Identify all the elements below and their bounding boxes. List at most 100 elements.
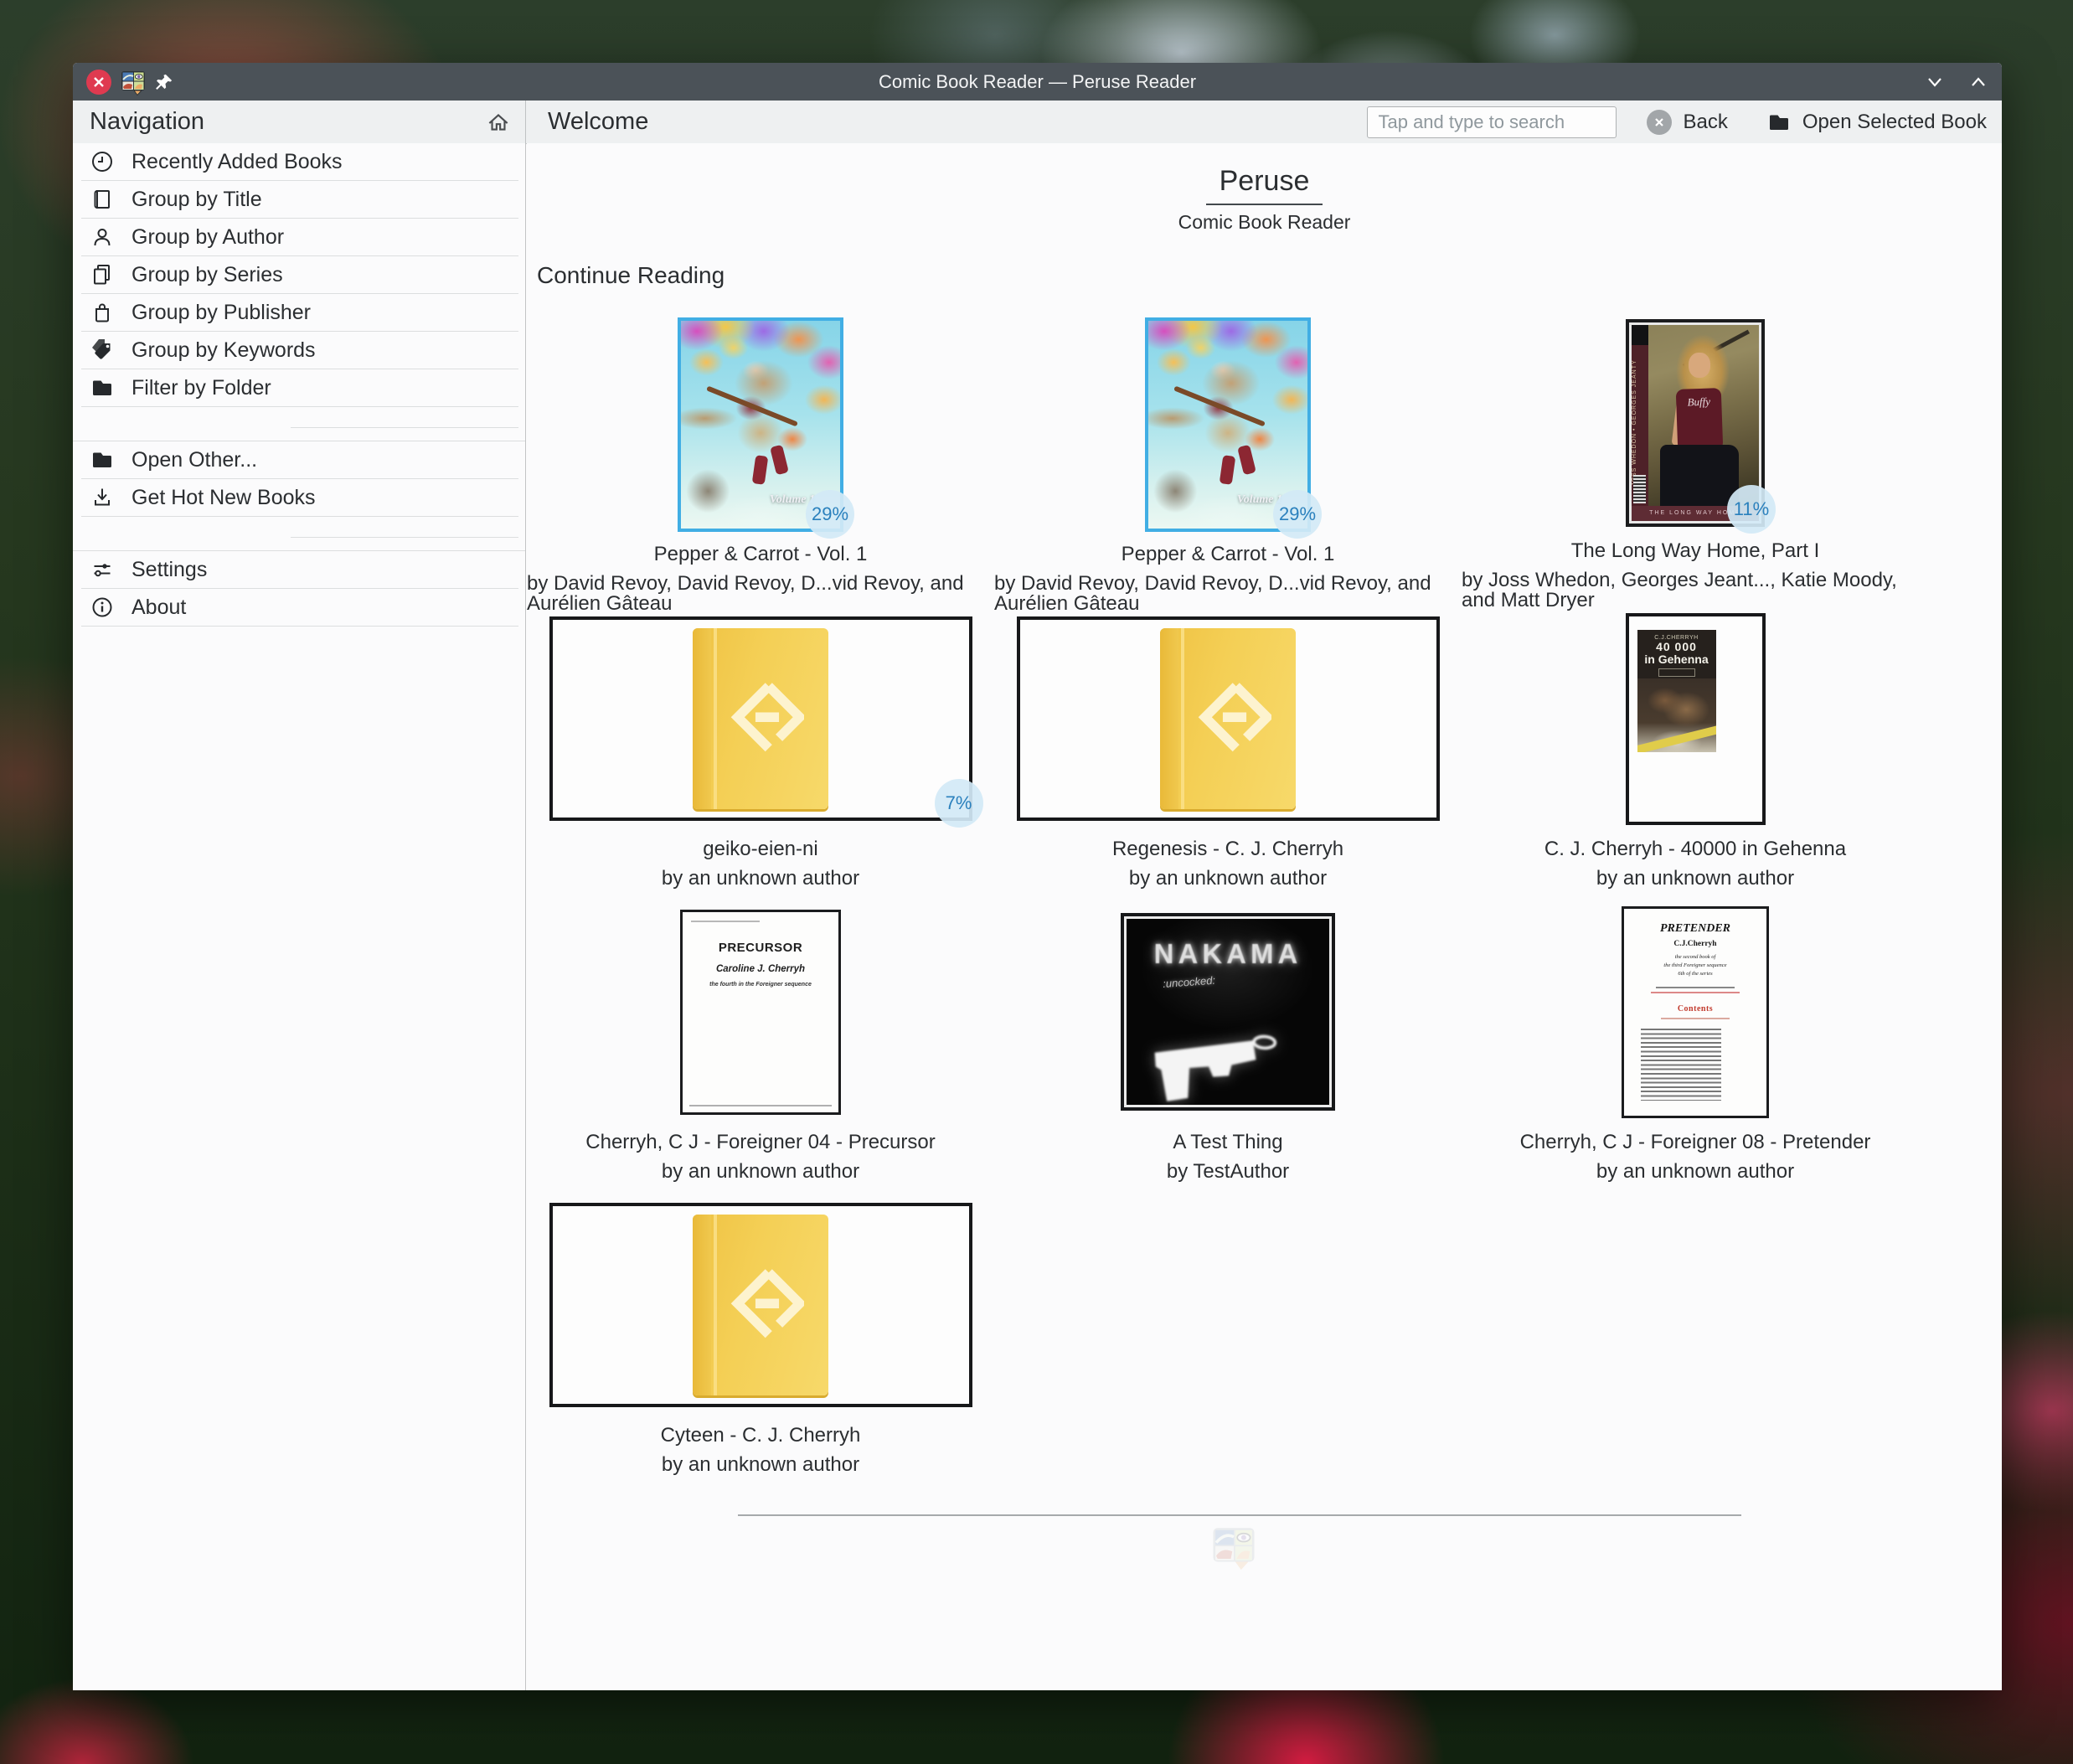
book-title: Pepper & Carrot - Vol. 1 (653, 543, 868, 565)
open-selected-book-button[interactable]: Open Selected Book (1766, 110, 1987, 135)
book-cover[interactable]: C.J.Cherryh PRETENDER C.J.Cherryh PR (1622, 905, 1769, 1118)
sidebar-item-group-by-title[interactable]: Group by Title (81, 181, 518, 219)
epub-logo-icon (730, 683, 805, 752)
book-cover[interactable]: JOSS WHEDON • GEORGES JEANTY Buffy THE L… (1626, 319, 1776, 534)
close-button[interactable] (86, 69, 111, 95)
book-author: by David Revoy, David Revoy, D...vid Rev… (994, 572, 1431, 615)
book-cover[interactable]: C.J.CHERRYH 40 000 in Gehenna C.J.CHERRY… (1625, 612, 1766, 825)
pages-icon (94, 265, 110, 285)
book-title: Cherryh, C J - Foreigner 04 - Precursor (585, 1131, 936, 1153)
book-title: C. J. Cherryh - 40000 in Gehenna (1544, 838, 1847, 860)
info-icon (92, 597, 112, 617)
book-title: Cherryh, C J - Foreigner 08 - Pretender (1519, 1131, 1871, 1153)
back-button[interactable]: Back (1647, 109, 1728, 135)
peruse-window: Comic Book Reader — Peruse Reader Naviga… (73, 63, 2002, 1690)
book-cover[interactable]: Caroline J. Cherryh PRECURSOR Caroline J… (680, 909, 841, 1115)
home-icon[interactable] (485, 109, 512, 136)
book-icon (94, 190, 110, 209)
sidebar-item-about[interactable]: About (81, 589, 518, 627)
book-author: by an unknown author (661, 1160, 860, 1183)
ebook-placeholder (693, 1215, 828, 1395)
book-cover[interactable]: 7% (549, 616, 983, 828)
sidebar-item-get-hot-new-books[interactable]: Get Hot New Books (81, 479, 518, 517)
book-card[interactable]: Volume 1 29% Pepper & Carrot - Vol. 1 by… (527, 317, 994, 614)
window-title: Comic Book Reader — Peruse Reader (878, 70, 1197, 92)
navigation-sidebar: Recently Added Books Group by Title Grou… (73, 143, 526, 1690)
book-title: Regenesis - C. J. Cherryh (1111, 838, 1344, 860)
cover-art-gehenna: C.J.CHERRYH 40 000 in Gehenna (1625, 612, 1766, 825)
book-card[interactable]: NAKAMA :uncocked: NAKAMA :uncocked: NAKA… (994, 904, 1462, 1197)
close-icon (94, 76, 104, 87)
page-title: Welcome (548, 108, 649, 135)
book-cover[interactable] (549, 1203, 972, 1407)
divider (291, 537, 518, 538)
back-label: Back (1683, 110, 1728, 133)
sidebar-item-group-by-publisher[interactable]: Group by Publisher (81, 294, 518, 332)
titlebar[interactable]: Comic Book Reader — Peruse Reader (73, 63, 2002, 101)
progress-badge: 11% (1727, 485, 1776, 534)
chevron-down-icon[interactable] (1925, 72, 1945, 92)
sidebar-item-group-by-author[interactable]: Group by Author (81, 219, 518, 256)
sliders-icon (94, 564, 111, 577)
book-author: by an unknown author (1128, 867, 1328, 890)
bag-icon (95, 303, 109, 322)
book-card[interactable]: Cyteen - C. J. Cherryh by an unknown aut… (527, 1197, 994, 1490)
progress-badge: 7% (934, 779, 983, 828)
download-icon (95, 488, 110, 506)
chevron-up-icon[interactable] (1968, 72, 1988, 92)
barcode (1633, 475, 1646, 503)
ebook-placeholder (1160, 628, 1296, 809)
sidebar-title: Navigation (90, 108, 205, 135)
folder-icon (93, 380, 111, 395)
progress-badge: 29% (1273, 490, 1322, 539)
person-icon (94, 229, 111, 246)
book-card[interactable]: Volume 1 29% Pepper & Carrot - Vol. 1 by… (994, 317, 1462, 615)
cover-art-generic-ebook (1016, 616, 1440, 821)
search-input[interactable] (1367, 106, 1617, 138)
book-card[interactable]: Caroline J. Cherryh PRECURSOR Caroline J… (527, 904, 994, 1197)
book-card[interactable]: C.J.Cherryh PRETENDER C.J.Cherryh PR (1462, 904, 1929, 1197)
sidebar-item-settings[interactable]: Settings (81, 551, 518, 589)
gun-art (1154, 1034, 1277, 1101)
book-grid: Volume 1 29% Pepper & Carrot - Vol. 1 by… (527, 317, 1929, 1490)
book-title: Pepper & Carrot - Vol. 1 (1121, 543, 1335, 565)
folder-icon (93, 452, 111, 467)
book-cover[interactable]: Volume 1 29% (678, 317, 854, 539)
book-card[interactable]: Regenesis - C. J. Cherryh by an unknown … (994, 611, 1462, 904)
peruse-watermark-icon (1210, 1524, 1257, 1575)
cover-art-pretender: PRETENDER C.J.Cherryh the second book of… (1622, 905, 1769, 1118)
book-title: The Long Way Home, Part I (1570, 539, 1820, 562)
sidebar-item-filter-by-folder[interactable]: Filter by Folder (81, 369, 518, 407)
epub-logo-icon (730, 1269, 805, 1338)
section-title: Continue Reading (537, 262, 725, 288)
divider (291, 427, 518, 428)
sidebar-item-open-other[interactable]: Open Other... (81, 441, 518, 479)
book-title: A Test Thing (1173, 1131, 1283, 1153)
cover-art-generic-ebook (549, 616, 972, 821)
sidebar-item-recently-added[interactable]: Recently Added Books (81, 143, 518, 181)
book-author: by Joss Whedon, Georges Jeant..., Katie … (1462, 569, 1897, 611)
folder-icon (1769, 115, 1788, 130)
back-icon (1647, 109, 1673, 135)
book-card[interactable]: JOSS WHEDON • GEORGES JEANTY Buffy THE L… (1462, 317, 1929, 611)
cover-art-nakama: NAKAMA :uncocked: (1121, 913, 1335, 1111)
contents-list (1641, 1028, 1721, 1101)
bottom-divider (738, 1514, 1741, 1516)
book-cover[interactable] (1016, 616, 1440, 821)
epub-logo-icon (1198, 683, 1272, 752)
pin-icon (156, 74, 173, 90)
cover-art-precursor: PRECURSOR Caroline J. Cherryh the fourth… (680, 909, 841, 1115)
main-content: Peruse Comic Book Reader Continue Readin… (527, 143, 2002, 1690)
app-subtitle: Comic Book Reader (1178, 211, 1351, 233)
pin-button[interactable] (155, 73, 173, 91)
sidebar-item-group-by-keywords[interactable]: Group by Keywords (81, 332, 518, 369)
book-cover[interactable]: NAKAMA :uncocked: NAKAMA :uncocked: NAKA… (1121, 913, 1335, 1111)
book-author: by an unknown author (1596, 867, 1795, 890)
book-card[interactable]: 7% geiko-eien-ni by an unknown author (527, 611, 994, 904)
book-card[interactable]: C.J.CHERRYH 40 000 in Gehenna C. J. CHERRY… (1462, 611, 1929, 904)
header-band: Navigation Welcome Back (73, 101, 2002, 144)
book-author: by an unknown author (661, 867, 860, 890)
book-cover[interactable]: Volume 1 29% (1145, 317, 1322, 539)
cover-art-generic-ebook (549, 1203, 972, 1407)
sidebar-item-group-by-series[interactable]: Group by Series (81, 256, 518, 294)
